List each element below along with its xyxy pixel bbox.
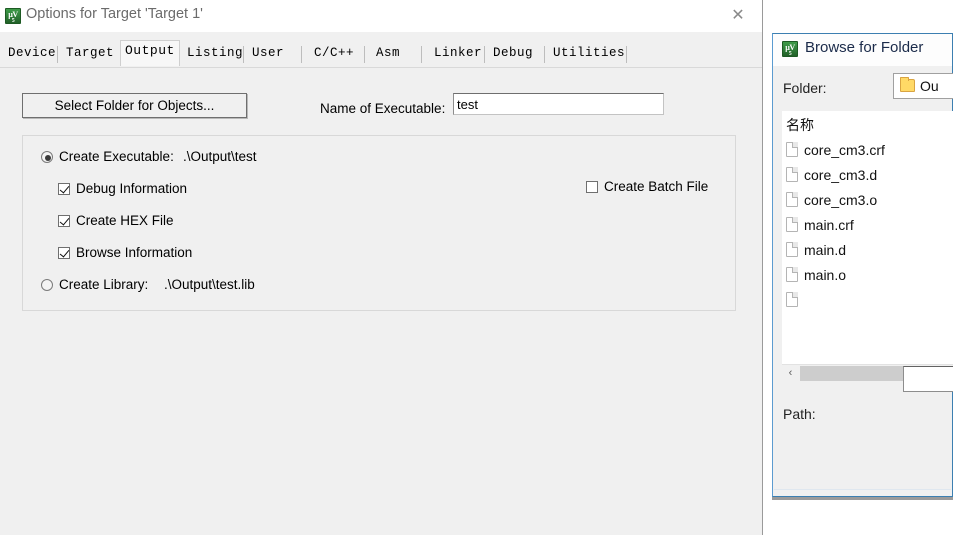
list-item-label: main.o [804,267,847,283]
tab-separator [301,46,302,63]
name-of-executable-input[interactable] [453,93,664,115]
list-item-partial[interactable] [782,288,953,313]
radio-indicator-icon [41,279,53,291]
tab-listing[interactable]: Listing [183,44,247,66]
create-executable-path: .\Output\test [183,149,257,164]
create-library-path: .\Output\test.lib [164,277,255,292]
uvision-logo-icon: µV 5 [782,41,798,57]
options-tabstrip: Device Target Output Listing User C/C++ … [0,32,762,66]
browse-dialog-title: Browse for Folder [805,39,924,56]
uvision-logo-icon: µV 5 [5,8,21,24]
tab-separator [626,46,627,63]
checkbox-indicator-icon [58,247,70,259]
tab-separator [484,46,485,63]
create-batch-file-label: Create Batch File [604,179,709,194]
browse-for-folder-dialog: µV 5 Browse for Folder Folder: Ou 名称 core… [772,33,953,497]
list-item-label: core_cm3.crf [804,142,885,158]
list-item-label: core_cm3.o [804,192,878,208]
options-dialog-title: Options for Target 'Target 1' [26,6,203,22]
file-icon [786,142,798,157]
tab-separator [421,46,422,63]
browse-information-label: Browse Information [76,245,193,260]
browse-dialog-footer [774,489,951,495]
list-item[interactable]: main.crf [782,213,953,238]
tab-debug[interactable]: Debug [489,44,537,66]
list-column-header-name: 名称 [786,118,814,134]
scroll-left-icon[interactable]: ‹ [782,365,799,382]
file-icon [786,292,798,307]
folder-combobox[interactable]: Ou [893,73,953,99]
tab-separator [544,46,545,63]
file-icon [786,167,798,182]
tab-utilities[interactable]: Utilities [549,44,629,66]
folder-contents-list[interactable]: 名称 core_cm3.crf core_cm3.d core_cm3.o ma… [782,111,953,364]
file-icon [786,267,798,282]
name-of-executable-label: Name of Executable: [320,101,446,116]
list-items-container: core_cm3.crf core_cm3.d core_cm3.o main.… [782,138,953,364]
tab-cpp[interactable]: C/C++ [310,44,358,66]
file-icon [786,217,798,232]
checkbox-indicator-icon [586,181,598,193]
folder-icon [900,77,915,92]
list-item-label: core_cm3.d [804,167,878,183]
file-icon [786,192,798,207]
tab-separator [243,46,244,63]
create-library-label: Create Library: [59,277,149,292]
options-dialog-titlebar: µV 5 Options for Target 'Target 1' ✕ [0,0,762,32]
tab-asm[interactable]: Asm [372,44,404,66]
list-item-label: main.d [804,242,847,258]
folder-label: Folder: [783,80,827,96]
options-for-target-dialog: µV 5 Options for Target 'Target 1' ✕ Devi… [0,0,763,535]
browse-dialog-shadow [772,497,953,500]
tab-separator [364,46,365,63]
file-icon [786,242,798,257]
list-item[interactable]: core_cm3.crf [782,138,953,163]
create-hex-file-label: Create HEX File [76,213,174,228]
select-folder-for-objects-button[interactable]: Select Folder for Objects... [22,93,247,118]
folder-combobox-value: Ou [920,78,939,94]
checkbox-indicator-icon [58,183,70,195]
list-item[interactable]: main.d [782,238,953,263]
list-item[interactable]: core_cm3.d [782,163,953,188]
list-item[interactable]: main.o [782,263,953,288]
tab-separator [57,46,58,63]
radio-indicator-icon [41,151,53,163]
path-input[interactable] [903,366,953,392]
path-label: Path: [783,406,816,422]
tab-user[interactable]: User [248,44,288,66]
output-tab-panel: Select Folder for Objects... Name of Exe… [0,68,762,535]
tab-device[interactable]: Device [4,44,60,66]
tab-linker[interactable]: Linker [430,44,486,66]
list-item-label: main.crf [804,217,854,233]
checkbox-indicator-icon [58,215,70,227]
list-item[interactable]: core_cm3.o [782,188,953,213]
create-executable-label: Create Executable: [59,149,174,164]
output-options-groupbox: Create Executable: .\Output\test Debug I… [22,135,736,311]
tab-target[interactable]: Target [62,44,118,66]
debug-information-label: Debug Information [76,181,188,196]
folder-selector-row: Folder: Ou [773,66,953,111]
browse-dialog-titlebar: µV 5 Browse for Folder [773,34,952,66]
tab-output[interactable]: Output [120,40,180,66]
close-icon[interactable]: ✕ [724,5,752,27]
